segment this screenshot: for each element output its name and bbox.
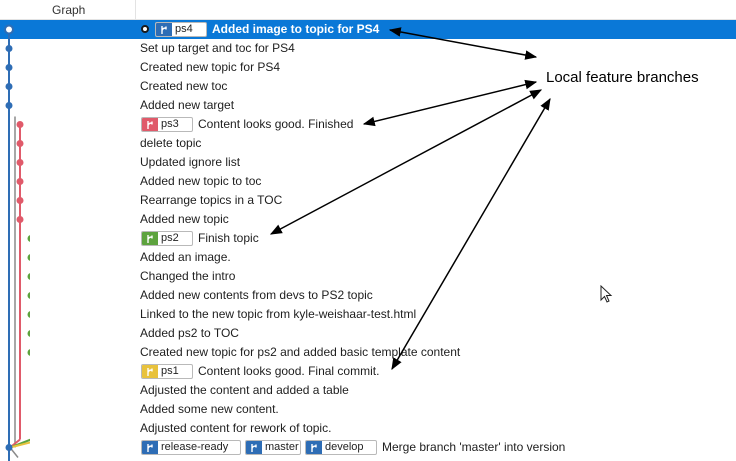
commit-dot [27,349,30,356]
branch-label[interactable]: release-ready [141,440,241,455]
commit-dot [27,330,30,337]
commit-dot [16,121,24,128]
commit-dot [5,64,13,71]
commit-message: Added new contents from devs to PS2 topi… [140,288,373,302]
commit-dot [5,102,13,109]
commit-message: Added some new content. [140,402,279,416]
commit-message: Content looks good. Finished [198,117,354,131]
commit-message: Added new topic to toc [140,174,262,188]
graph-column-header: Graph [0,0,736,20]
commit-row[interactable]: Changed the intro [0,267,736,286]
commit-row[interactable]: ps1 Content looks good. Final commit. [0,362,736,381]
commit-message: Added an image. [140,250,231,264]
commit-row[interactable]: ps3 Content looks good. Finished [0,115,736,134]
branch-label-text: master [265,441,299,453]
commit-list: ps4 Added image to topic for PS4 Set up ta… [0,20,736,461]
commit-message: Created new topic for PS4 [140,60,281,74]
branch-icon [142,118,158,131]
branch-label[interactable]: ps3 [141,117,193,132]
commit-row[interactable]: Created new topic for ps2 and added basi… [0,343,736,362]
commit-message: Adjusted the content and added a table [140,383,349,397]
commit-row[interactable]: Rearrange topics in a TOC [0,191,736,210]
commit-dot [16,159,24,166]
branch-icon [306,441,322,454]
commit-message: Changed the intro [140,269,236,283]
commit-row[interactable]: Added new contents from devs to PS2 topi… [0,286,736,305]
branch-icon [156,23,172,36]
commit-row[interactable]: Added an image. [0,248,736,267]
branch-icon [142,232,158,245]
branch-label-text: ps4 [175,23,193,35]
branch-label[interactable]: ps1 [141,364,193,379]
commit-row[interactable]: Set up target and toc for PS4 [0,39,736,58]
branch-label-text: ps1 [161,365,179,377]
branch-label[interactable]: master [245,440,301,455]
commit-message: Created new toc [140,79,228,93]
commit-dot [16,140,24,147]
commit-dot [27,311,30,318]
commit-row[interactable]: Adjusted content for rework of topic. [0,419,736,438]
commit-dot [16,216,24,223]
commit-dot [5,45,13,52]
graph-header-label[interactable]: Graph [52,3,85,17]
commit-message: Added image to topic for PS4 [212,22,380,36]
commit-message: Set up target and toc for PS4 [140,41,295,55]
mouse-cursor-icon [600,285,613,303]
commit-row[interactable]: Updated ignore list [0,153,736,172]
commit-message: Added new target [140,98,235,112]
commit-dot [5,444,13,451]
branch-icon [142,365,158,378]
commit-message: Content looks good. Final commit. [198,364,380,378]
commit-dot [5,83,13,90]
commit-message: Linked to the new topic from kyle-weisha… [140,307,417,321]
branch-icon [142,441,158,454]
branch-label[interactable]: develop [305,440,377,455]
commit-dot [16,197,24,204]
column-divider[interactable] [135,0,136,20]
commit-dot [27,254,30,261]
commit-message: Rearrange topics in a TOC [140,193,283,207]
branch-icon [246,441,262,454]
commit-dot [16,178,24,185]
commit-row[interactable]: ps4 Added image to topic for PS4 [0,20,736,39]
annotation-label: Local feature branches [546,69,699,86]
commit-message: Added ps2 to TOC [140,326,239,340]
commit-row[interactable]: Linked to the new topic from kyle-weisha… [0,305,736,324]
commit-row[interactable]: Added new topic to toc [0,172,736,191]
commit-row[interactable]: Added some new content. [0,400,736,419]
commit-row[interactable]: release-ready master develop Merge branch '… [0,438,736,457]
commit-message: Updated ignore list [140,155,241,169]
head-marker-icon [141,25,149,33]
commit-row[interactable]: Added ps2 to TOC [0,324,736,343]
branch-label-text: ps2 [161,232,179,244]
commit-row[interactable]: Adjusted the content and added a table [0,381,736,400]
branch-label[interactable]: ps4 [155,22,207,37]
branch-label-text: release-ready [161,441,229,453]
commit-message: delete topic [140,136,202,150]
commit-message: Merge branch 'master' into version [382,440,566,454]
commit-row[interactable]: Added new target [0,96,736,115]
commit-dot [27,273,30,280]
commit-message: Created new topic for ps2 and added basi… [140,345,461,359]
commit-message: Finish topic [198,231,259,245]
commit-dot-head [4,24,14,35]
commit-graph [4,24,30,461]
branch-label-text: develop [325,441,364,453]
commit-message: Adjusted content for rework of topic. [140,421,332,435]
commit-dot [27,235,30,242]
commit-row[interactable]: Added new topic [0,210,736,229]
commit-message: Added new topic [140,212,229,226]
commit-row[interactable]: delete topic [0,134,736,153]
branch-label-text: ps3 [161,118,179,130]
branch-label[interactable]: ps2 [141,231,193,246]
commit-dot [27,292,30,299]
commit-row[interactable]: ps2 Finish topic [0,229,736,248]
